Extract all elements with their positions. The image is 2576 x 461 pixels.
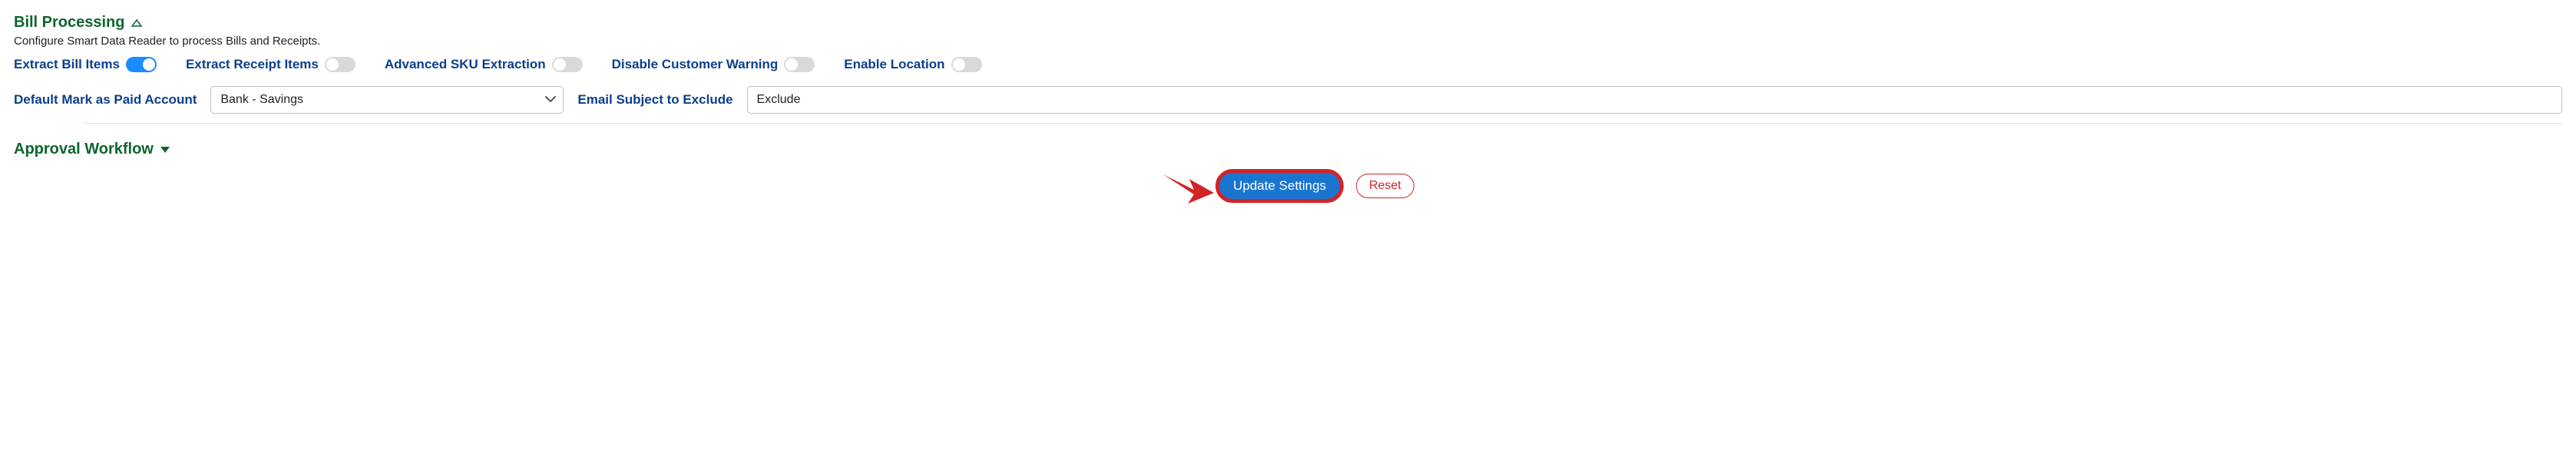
default-mark-paid-label: Default Mark as Paid Account [14, 92, 197, 108]
collapse-up-icon[interactable] [131, 19, 142, 27]
approval-workflow-title[interactable]: Approval Workflow [14, 141, 154, 158]
update-settings-button[interactable]: Update Settings [1215, 169, 1344, 203]
extract-bill-items-toggle[interactable] [126, 57, 157, 72]
reset-button[interactable]: Reset [1356, 174, 1414, 198]
enable-location-toggle[interactable] [951, 57, 982, 72]
bill-processing-title[interactable]: Bill Processing [14, 14, 125, 32]
extract-bill-items-label: Extract Bill Items [14, 57, 120, 72]
bill-processing-description: Configure Smart Data Reader to process B… [14, 35, 2562, 48]
default-mark-paid-select[interactable]: Bank - Savings [210, 86, 564, 114]
disable-customer-warning-label: Disable Customer Warning [612, 57, 779, 72]
collapse-down-icon[interactable] [160, 146, 170, 154]
advanced-sku-label: Advanced SKU Extraction [385, 57, 546, 72]
section-divider [84, 123, 2562, 124]
extract-receipt-items-label: Extract Receipt Items [186, 57, 319, 72]
advanced-sku-toggle[interactable] [552, 57, 583, 72]
email-subject-exclude-input[interactable] [747, 86, 2562, 114]
extract-receipt-items-toggle[interactable] [325, 57, 355, 72]
highlight-arrow-icon [1162, 170, 1211, 202]
email-subject-exclude-label: Email Subject to Exclude [577, 92, 732, 108]
disable-customer-warning-toggle[interactable] [784, 57, 815, 72]
enable-location-label: Enable Location [844, 57, 944, 72]
